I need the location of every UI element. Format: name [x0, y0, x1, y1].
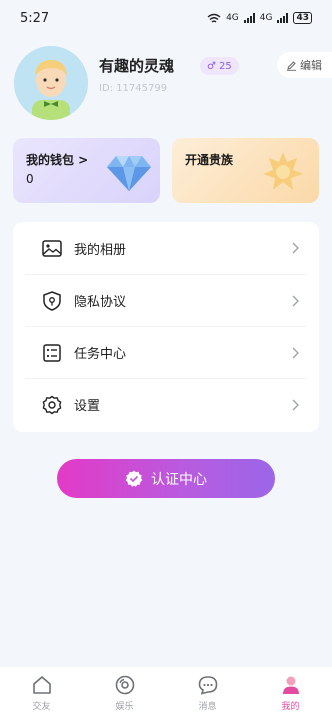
menu-label-privacy: 隐私协议 — [74, 295, 127, 310]
shield-icon — [41, 290, 63, 312]
menu-label-tasks: 任务中心 — [74, 347, 127, 362]
avatar[interactable] — [14, 46, 88, 120]
male-icon: ♂ — [207, 60, 216, 72]
signal-icon-2 — [277, 13, 289, 23]
vip-title: 开通贵族 — [185, 153, 234, 167]
tab-label-entertainment: 娱乐 — [115, 702, 134, 712]
chat-icon — [198, 676, 217, 695]
verification-center-button[interactable]: 认证中心 — [57, 459, 275, 498]
tab-label-messages: 消息 — [198, 702, 217, 712]
settings-menu: 我的相册 隐私协议 任务中心 设置 — [13, 222, 319, 432]
home-icon — [32, 676, 51, 694]
menu-item-settings[interactable]: 设置 — [25, 378, 307, 430]
tab-label-friends: 交友 — [32, 702, 51, 712]
profile-header: 有趣的灵魂 ♂ 25 ID: 11745799 — [14, 46, 318, 122]
menu-item-album[interactable]: 我的相册 — [25, 222, 307, 274]
battery-icon: 43 — [293, 12, 312, 24]
tab-messages[interactable]: 消息 — [166, 667, 249, 719]
disc-icon — [115, 675, 134, 695]
signal-icon — [243, 13, 255, 23]
nickname: 有趣的灵魂 — [99, 57, 175, 75]
menu-label-settings: 设置 — [74, 399, 101, 414]
bottom-tab-bar: 交友 娱乐 消息 我的 — [0, 667, 332, 719]
user-id: ID: 11745799 — [99, 83, 168, 94]
tab-label-mine: 我的 — [281, 702, 300, 712]
edit-profile-button[interactable]: 编辑 — [277, 52, 332, 78]
status-icons: 4G 4G 43 — [207, 12, 312, 24]
menu-item-tasks[interactable]: 任务中心 — [25, 326, 307, 378]
chevron-right-icon — [292, 242, 299, 254]
wallet-card[interactable]: 我的钱包 > 0 — [13, 138, 160, 203]
tab-entertainment[interactable]: 娱乐 — [83, 667, 166, 719]
vip-card[interactable]: 开通贵族 — [172, 138, 319, 203]
chevron-right-icon — [292, 399, 299, 410]
gear-icon — [41, 394, 63, 416]
crown-badge-icon — [263, 152, 303, 190]
task-list-icon — [41, 342, 63, 364]
avatar-illustration-icon — [14, 46, 88, 120]
edit-label: 编辑 — [300, 59, 322, 72]
image-icon — [41, 237, 63, 259]
age-label: 25 — [218, 60, 232, 72]
network-label-2: 4G — [259, 13, 273, 23]
wallet-title: 我的钱包 > — [26, 153, 89, 167]
status-bar: 5:27 4G 4G 43 — [0, 0, 332, 36]
edit-icon — [287, 60, 296, 71]
network-label-1: 4G — [226, 13, 239, 23]
menu-label-album: 我的相册 — [74, 242, 127, 258]
menu-item-privacy[interactable]: 隐私协议 — [25, 274, 307, 326]
tab-friends[interactable]: 交友 — [0, 667, 83, 719]
verified-badge-icon — [125, 470, 143, 487]
gender-age-badge: ♂ 25 — [200, 57, 239, 75]
diamond-icon — [107, 156, 151, 191]
wifi-icon — [207, 13, 221, 23]
tab-mine[interactable]: 我的 — [249, 667, 332, 719]
person-icon — [282, 676, 299, 694]
status-time: 5:27 — [20, 10, 50, 26]
wallet-balance: 0 — [26, 172, 34, 186]
chevron-right-icon — [292, 295, 299, 306]
chevron-right-icon — [292, 347, 299, 358]
verify-label: 认证中心 — [151, 471, 207, 488]
